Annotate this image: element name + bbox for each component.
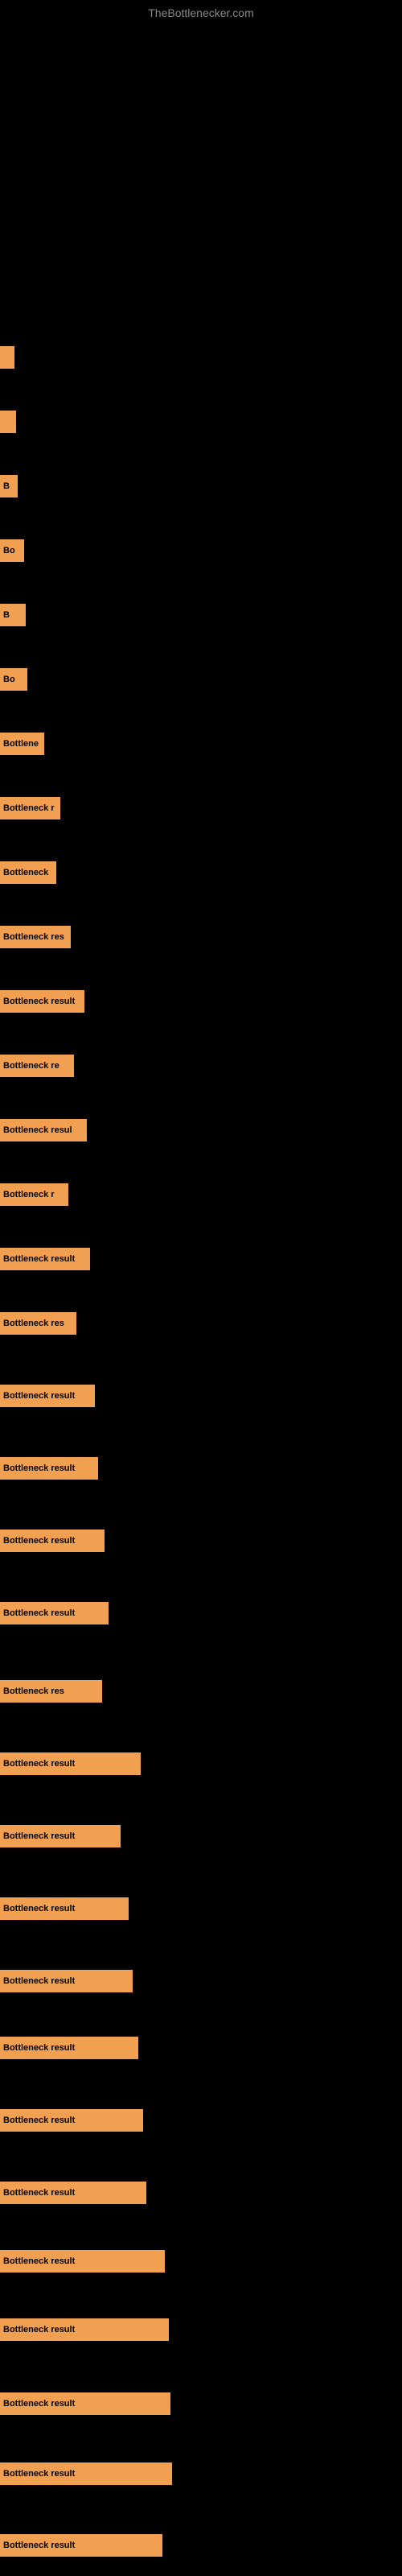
bar-row: Bottleneck result (0, 1970, 133, 1992)
bar-row: B (0, 604, 26, 626)
bar-label: Bottleneck result (3, 997, 75, 1006)
bar-label: Bottleneck result (3, 1759, 75, 1769)
bar-row: Bottleneck re (0, 1055, 74, 1077)
site-title: TheBottlenecker.com (148, 6, 254, 19)
bar-row: B (0, 475, 18, 497)
bar-row: Bo (0, 539, 24, 562)
bar-row: Bottleneck result (0, 2182, 146, 2204)
bar-label: Bottleneck r (3, 1190, 55, 1199)
bar-row: Bottleneck r (0, 797, 60, 819)
bar-label: Bottleneck r (3, 803, 55, 813)
bar-row: Bottleneck result (0, 2392, 170, 2415)
bar-row: Bottleneck result (0, 2250, 165, 2273)
bar-label: Bottlene (3, 739, 39, 749)
bar-row: Bo (0, 668, 27, 691)
bar-label: Bottleneck result (3, 1536, 75, 1546)
bar-label: Bottleneck res (3, 1319, 64, 1328)
bar-label: Bottleneck result (3, 2188, 75, 2198)
bar-label: Bottleneck result (3, 2541, 75, 2550)
bar-row: Bottleneck result (0, 2109, 143, 2132)
bar-row: Bottleneck result (0, 2462, 172, 2485)
bar-label: Bottleneck result (3, 2116, 75, 2125)
bar-label: Bottleneck re (3, 1061, 59, 1071)
bar-row: Bottleneck res (0, 1312, 76, 1335)
bar-label: Bottleneck res (3, 932, 64, 942)
bar-row: Bottleneck result (0, 1825, 121, 1847)
bar-row: Bottleneck result (0, 2534, 162, 2557)
bar-label: Bottleneck result (3, 1976, 75, 1986)
bar-row: Bottleneck result (0, 1248, 90, 1270)
bar-row: Bottleneck result (0, 1897, 129, 1920)
bar-label: B (3, 610, 10, 620)
bar-row: Bottleneck result (0, 1385, 95, 1407)
bar-label: Bottleneck result (3, 2399, 75, 2409)
bar-label: B (3, 481, 10, 491)
bar-label: Bottleneck result (3, 1254, 75, 1264)
bar-row: Bottleneck (0, 861, 56, 884)
bar-label: Bottleneck result (3, 1391, 75, 1401)
bar-row: Bottlene (0, 733, 44, 755)
bar-label: Bottleneck result (3, 2043, 75, 2053)
bar-row: Bottleneck result (0, 1530, 105, 1552)
bar-row: Bottleneck res (0, 926, 71, 948)
bar-row: Bottleneck res (0, 1680, 102, 1703)
bar-label: Bo (3, 675, 15, 684)
bar-row: Bottleneck result (0, 1457, 98, 1480)
bar-row (0, 346, 14, 369)
bar-row: Bottleneck result (0, 2318, 169, 2341)
bar-label: Bottleneck result (3, 1608, 75, 1618)
bar-row: Bottleneck resul (0, 1119, 87, 1141)
bar-label: Bottleneck result (3, 1904, 75, 1913)
bar-label: Bottleneck (3, 868, 48, 877)
bar-row: Bottleneck r (0, 1183, 68, 1206)
bar-row (0, 411, 16, 433)
bar-label: Bottleneck result (3, 2469, 75, 2479)
bar-label: Bottleneck result (3, 1463, 75, 1473)
bar-label: Bottleneck res (3, 1686, 64, 1696)
bar-label: Bottleneck result (3, 1831, 75, 1841)
bar-label: Bottleneck resul (3, 1125, 72, 1135)
bar-row: Bottleneck result (0, 2037, 138, 2059)
bar-label: Bo (3, 546, 15, 555)
bar-label: Bottleneck result (3, 2256, 75, 2266)
bar-label: Bottleneck result (3, 2325, 75, 2334)
bar-row: Bottleneck result (0, 1602, 109, 1624)
bar-row: Bottleneck result (0, 1752, 141, 1775)
bar-row: Bottleneck result (0, 990, 84, 1013)
